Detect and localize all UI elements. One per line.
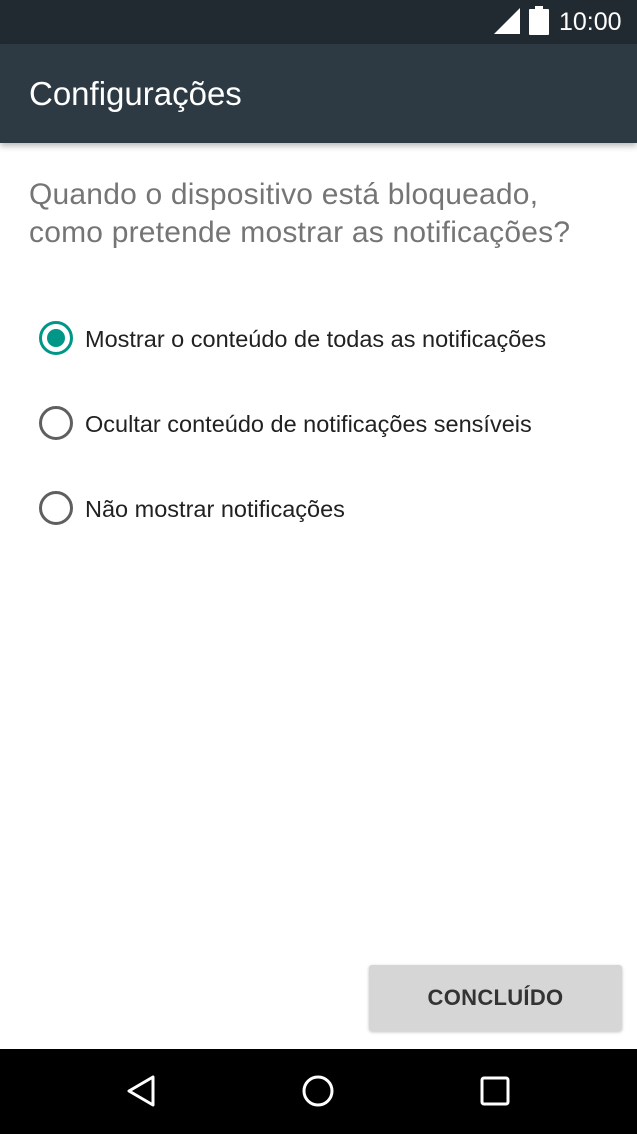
back-icon[interactable]: [119, 1069, 163, 1113]
option-label: Ocultar conteúdo de notificações sensíve…: [85, 411, 532, 437]
recents-icon[interactable]: [473, 1069, 517, 1113]
navigation-bar: [0, 1049, 637, 1134]
status-time: 10:00: [559, 8, 622, 36]
radio-unselected-icon[interactable]: [38, 490, 74, 526]
battery-icon: [529, 6, 549, 35]
page-title: Configurações: [29, 75, 242, 112]
status-bar: 10:00: [0, 0, 637, 44]
option-show-no-notifications[interactable]: Não mostrar notificações: [38, 489, 618, 529]
done-button[interactable]: CONCLUÍDO: [369, 965, 622, 1031]
option-hide-sensitive-content[interactable]: Ocultar conteúdo de notificações sensíve…: [38, 404, 618, 444]
option-label: Não mostrar notificações: [85, 496, 345, 522]
radio-unselected-icon[interactable]: [38, 405, 74, 441]
radio-selected-icon[interactable]: [38, 320, 74, 356]
option-label: Mostrar o conteúdo de todas as notificaç…: [85, 326, 547, 352]
option-show-all-content[interactable]: Mostrar o conteúdo de todas as notificaç…: [38, 319, 618, 359]
home-icon[interactable]: [296, 1069, 340, 1113]
cell-signal-icon: [494, 8, 520, 34]
lock-screen-question: Quando o dispositivo está bloqueado, com…: [29, 178, 571, 249]
app-bar: Configurações: [0, 44, 637, 143]
